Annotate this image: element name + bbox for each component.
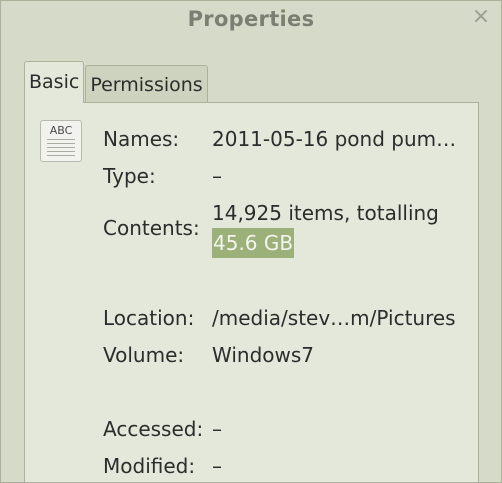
type-value: –	[212, 164, 222, 188]
file-icon-label: ABC	[49, 124, 73, 137]
tab-permissions[interactable]: Permissions	[85, 65, 208, 103]
accessed-label: Accessed:	[103, 417, 204, 441]
modified-label: Modified:	[103, 454, 196, 478]
file-icon-lines	[47, 139, 75, 157]
window-title: Properties	[187, 7, 315, 31]
contents-value-line1[interactable]: 14,925 items, totalling	[212, 198, 439, 228]
properties-window: Properties × Basic Permissions ABC Names…	[0, 0, 502, 483]
names-label: Names:	[103, 127, 180, 151]
location-label: Location:	[103, 306, 195, 330]
close-icon[interactable]: ×	[471, 5, 491, 29]
tab-basic[interactable]: Basic	[24, 61, 85, 103]
contents-label: Contents:	[103, 216, 200, 240]
volume-label: Volume:	[103, 343, 185, 367]
names-value[interactable]: 2011-05-16 pond pum…	[212, 124, 456, 154]
modified-value: –	[212, 454, 222, 478]
title-bar[interactable]: Properties	[1, 1, 501, 37]
tab-bar: Basic Permissions	[24, 61, 208, 103]
text-file-icon: ABC	[40, 120, 82, 162]
type-label: Type:	[103, 164, 156, 188]
location-value[interactable]: /media/stev…m/Pictures	[212, 303, 456, 333]
contents-size-selection[interactable]: 45.6 GB	[212, 228, 295, 258]
basic-panel: ABC Names: 2011-05-16 pond pum… Type: – …	[24, 102, 479, 482]
volume-value[interactable]: Windows7	[212, 340, 314, 370]
accessed-value: –	[212, 417, 222, 441]
